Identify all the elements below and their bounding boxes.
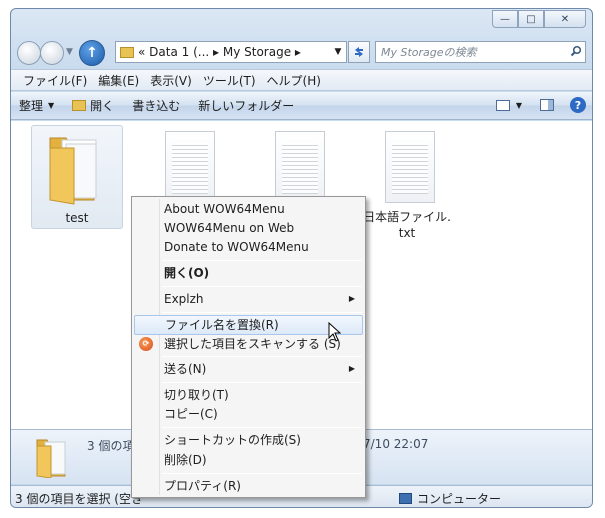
new-folder-button[interactable]: 新しいフォルダー xyxy=(198,97,294,114)
menu-separator xyxy=(162,473,362,474)
view-controls: ▼ ? xyxy=(495,97,586,113)
menu-bar: ファイル(F) 編集(E) 表示(V) ツール(T) ヘルプ(H) xyxy=(11,69,592,91)
open-folder-icon xyxy=(72,100,87,111)
context-menu: About WOW64Menu WOW64Menu on Web Donate … xyxy=(131,196,366,498)
address-bar[interactable]: « Data 1 (... ▸ My Storage ▸ ▼ xyxy=(115,41,347,63)
menu-separator xyxy=(162,260,362,261)
back-forward-group: ▼ ↑ xyxy=(17,40,109,66)
submenu-arrow-icon: ▶ xyxy=(348,364,355,373)
menu-item-delete[interactable]: 削除(D) xyxy=(134,450,363,470)
chevron-down-icon: ▼ xyxy=(48,101,55,110)
search-input[interactable] xyxy=(376,45,567,59)
burn-label: 書き込む xyxy=(132,99,181,113)
menu-item-cut[interactable]: 切り取り(T) xyxy=(134,385,363,405)
address-dropdown-icon[interactable]: ▼ xyxy=(330,47,346,57)
history-dropdown-icon[interactable]: ▼ xyxy=(66,47,73,57)
menu-item-copy[interactable]: コピー(C) xyxy=(134,404,363,424)
caption-buttons: — □ ✕ xyxy=(492,10,586,28)
menu-item-about[interactable]: About WOW64Menu xyxy=(134,199,363,219)
refresh-icon xyxy=(355,47,363,57)
file-name: 日本語ファイル. txt xyxy=(361,209,453,241)
minimize-button[interactable]: — xyxy=(492,10,518,28)
menu-item-donate[interactable]: Donate to WOW64Menu xyxy=(134,237,363,257)
organize-label: 整理 xyxy=(19,99,44,113)
menu-item-properties[interactable]: プロパティ(R) xyxy=(134,476,363,496)
menu-view[interactable]: 表示(V) xyxy=(150,72,192,89)
view-dropdown-icon[interactable]: ▼ xyxy=(516,101,522,110)
menu-file[interactable]: ファイル(F) xyxy=(23,72,87,89)
burn-button[interactable]: 書き込む xyxy=(132,97,180,114)
breadcrumb[interactable]: « Data 1 (... ▸ My Storage ▸ xyxy=(138,45,330,59)
file-item-text[interactable]: 日本語ファイル. txt xyxy=(361,125,453,240)
forward-button[interactable] xyxy=(40,41,64,65)
status-zone: コンピューター xyxy=(399,490,501,507)
navigation-bar: ▼ ↑ « Data 1 (... ▸ My Storage ▸ ▼ xyxy=(11,37,592,67)
search-box[interactable] xyxy=(375,41,586,63)
menu-item-open[interactable]: 開く(O) xyxy=(134,263,363,283)
menu-separator xyxy=(162,427,362,428)
menu-separator xyxy=(162,312,362,313)
computer-icon xyxy=(399,493,412,504)
maximize-button[interactable]: □ xyxy=(518,10,544,28)
status-zone-label: コンピューター xyxy=(417,492,502,506)
menu-separator xyxy=(162,356,362,357)
menu-item-create-shortcut[interactable]: ショートカットの作成(S) xyxy=(134,430,363,450)
mouse-cursor-icon xyxy=(328,322,342,342)
text-file-icon xyxy=(385,131,435,203)
menu-separator xyxy=(162,382,362,383)
menu-item-label: Explzh xyxy=(164,292,204,306)
menu-item-explzh[interactable]: Explzh ▶ xyxy=(134,289,363,309)
folder-icon xyxy=(36,439,66,478)
refresh-button[interactable] xyxy=(348,41,370,63)
open-button[interactable]: 開く xyxy=(72,97,114,114)
file-name: test xyxy=(65,211,89,225)
file-item-folder[interactable]: test xyxy=(31,125,123,229)
menu-item-send-to[interactable]: 送る(N) ▶ xyxy=(134,359,363,379)
help-icon[interactable]: ? xyxy=(570,97,586,113)
folder-icon xyxy=(120,46,134,58)
menu-item-label: 選択した項目をスキャンする (S) xyxy=(164,337,341,351)
menu-separator xyxy=(162,286,362,287)
open-label: 開く xyxy=(90,99,115,113)
new-folder-label: 新しいフォルダー xyxy=(198,99,295,113)
menu-item-web[interactable]: WOW64Menu on Web xyxy=(134,218,363,238)
submenu-arrow-icon: ▶ xyxy=(348,294,355,303)
status-text: 3 個の項目を選択 (空き xyxy=(15,492,143,506)
antivirus-icon: ⟳ xyxy=(139,337,153,351)
close-button[interactable]: ✕ xyxy=(544,10,586,28)
file-name-line-1: 日本語ファイル. xyxy=(363,210,451,224)
command-bar: 整理 ▼ 開く 書き込む 新しいフォルダー ▼ ? xyxy=(11,92,592,120)
view-mode-icon[interactable] xyxy=(495,99,510,111)
menu-tools[interactable]: ツール(T) xyxy=(203,72,256,89)
folder-icon xyxy=(49,137,97,205)
text-file-icon xyxy=(275,131,325,203)
menu-edit[interactable]: 編集(E) xyxy=(98,72,139,89)
menu-item-label: 送る(N) xyxy=(164,362,207,376)
preview-pane-icon[interactable] xyxy=(540,99,554,111)
menu-help[interactable]: ヘルプ(H) xyxy=(267,72,321,89)
details-date: 7/10 22:07 xyxy=(363,437,429,451)
organize-button[interactable]: 整理 ▼ xyxy=(19,97,54,114)
search-icon[interactable] xyxy=(567,45,585,60)
file-name-line-2: txt xyxy=(398,226,416,240)
up-folder-button[interactable]: ↑ xyxy=(79,40,105,66)
text-file-icon xyxy=(165,131,215,203)
back-button[interactable] xyxy=(17,41,41,65)
